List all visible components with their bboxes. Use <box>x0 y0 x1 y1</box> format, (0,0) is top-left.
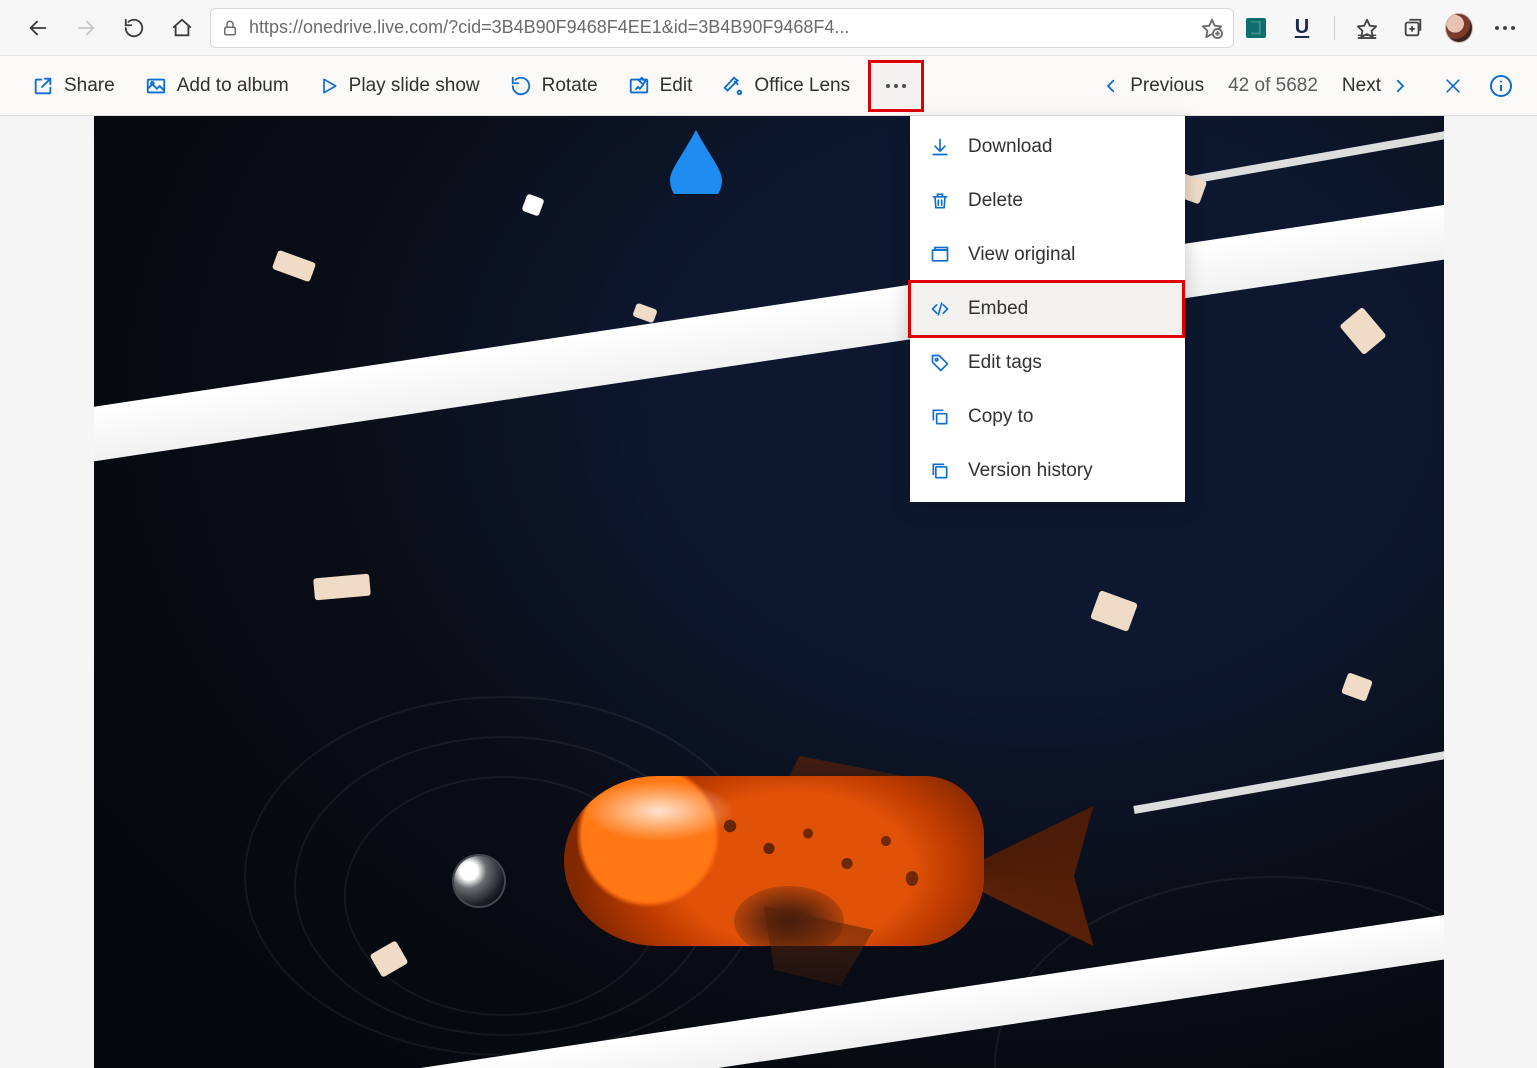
menu-delete-label: Delete <box>968 190 1023 212</box>
decorative <box>454 856 504 906</box>
decorative <box>1133 716 1444 814</box>
tag-icon <box>928 353 952 373</box>
edit-button[interactable]: Edit <box>616 64 705 108</box>
lens-icon <box>722 75 744 97</box>
more-actions-button[interactable] <box>872 64 920 108</box>
favorite-add-icon[interactable] <box>1201 17 1223 39</box>
divider <box>1334 16 1335 40</box>
play-slideshow-button[interactable]: Play slide show <box>307 64 492 108</box>
menu-embed[interactable]: Embed <box>910 282 1185 336</box>
browser-more-icon[interactable] <box>1491 14 1519 42</box>
home-button[interactable] <box>162 8 202 48</box>
next-button[interactable]: Next <box>1330 64 1421 108</box>
play-slideshow-label: Play slide show <box>349 75 480 97</box>
decorative <box>271 250 315 282</box>
decorative <box>94 180 1444 470</box>
image-counter: 42 of 5682 <box>1222 75 1324 97</box>
office-lens-button[interactable]: Office Lens <box>710 64 862 108</box>
view-original-icon <box>928 245 952 265</box>
share-button[interactable]: Share <box>20 64 127 108</box>
share-label: Share <box>64 75 115 97</box>
menu-copy-to[interactable]: Copy to <box>910 390 1185 444</box>
close-button[interactable] <box>1433 66 1473 106</box>
decorative <box>1341 672 1373 702</box>
decorative <box>524 736 1084 996</box>
extension-book-icon[interactable] <box>1242 14 1270 42</box>
profile-avatar[interactable] <box>1445 14 1473 42</box>
rotate-label: Rotate <box>542 75 598 97</box>
play-icon <box>319 76 339 96</box>
decorative <box>1339 307 1386 355</box>
version-history-icon <box>928 461 952 481</box>
embed-icon <box>928 299 952 319</box>
photo-content[interactable] <box>94 116 1444 1068</box>
menu-download[interactable]: Download <box>910 120 1185 174</box>
menu-download-label: Download <box>968 136 1053 158</box>
album-icon <box>145 75 167 97</box>
decorative <box>632 303 657 324</box>
next-label: Next <box>1342 75 1381 97</box>
decorative <box>1090 590 1138 632</box>
forward-button[interactable] <box>66 8 106 48</box>
more-actions-menu: Download Delete View original Embed Edit… <box>910 116 1185 502</box>
chevron-left-icon <box>1102 77 1120 95</box>
decorative <box>521 193 544 216</box>
menu-edit-tags[interactable]: Edit tags <box>910 336 1185 390</box>
download-icon <box>928 137 952 157</box>
back-button[interactable] <box>18 8 58 48</box>
address-bar[interactable]: https://onedrive.live.com/?cid=3B4B90F94… <box>210 8 1234 48</box>
browser-toolbar: https://onedrive.live.com/?cid=3B4B90F94… <box>0 0 1537 56</box>
previous-button[interactable]: Previous <box>1090 64 1216 108</box>
extension-u-icon[interactable]: U <box>1288 14 1316 42</box>
edit-label: Edit <box>660 75 693 97</box>
menu-view-original-label: View original <box>968 244 1075 266</box>
chevron-right-icon <box>1391 77 1409 95</box>
menu-version-history[interactable]: Version history <box>910 444 1185 498</box>
rotate-button[interactable]: Rotate <box>498 64 610 108</box>
trash-icon <box>928 191 952 211</box>
menu-view-original[interactable]: View original <box>910 228 1185 282</box>
previous-label: Previous <box>1130 75 1204 97</box>
menu-version-history-label: Version history <box>968 460 1093 482</box>
lock-icon <box>221 19 239 37</box>
favorites-icon[interactable] <box>1353 14 1381 42</box>
rotate-icon <box>510 75 532 97</box>
photo-viewer <box>0 116 1537 1068</box>
share-icon <box>32 75 54 97</box>
url-text: https://onedrive.live.com/?cid=3B4B90F94… <box>249 17 1191 38</box>
office-lens-label: Office Lens <box>754 75 850 97</box>
menu-copy-to-label: Copy to <box>968 406 1033 428</box>
info-button[interactable] <box>1485 70 1517 102</box>
edit-photo-icon <box>628 75 650 97</box>
decorative <box>313 574 371 601</box>
browser-right-icons: U <box>1242 14 1519 42</box>
menu-embed-label: Embed <box>968 298 1028 320</box>
menu-edit-tags-label: Edit tags <box>968 352 1042 374</box>
add-to-album-label: Add to album <box>177 75 289 97</box>
onedrive-toolbar: Share Add to album Play slide show Rotat… <box>0 56 1537 116</box>
collections-icon[interactable] <box>1399 14 1427 42</box>
refresh-button[interactable] <box>114 8 154 48</box>
menu-delete[interactable]: Delete <box>910 174 1185 228</box>
add-to-album-button[interactable]: Add to album <box>133 64 301 108</box>
copy-icon <box>928 407 952 427</box>
